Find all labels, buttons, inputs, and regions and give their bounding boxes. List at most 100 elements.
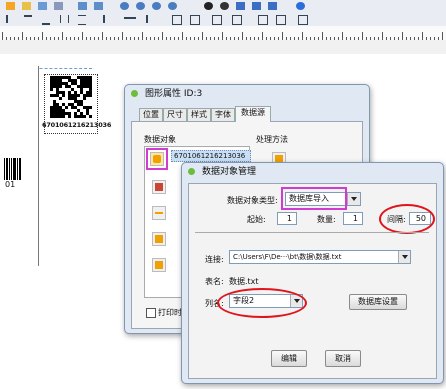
barcode-bar	[9, 158, 10, 180]
same-size-icon[interactable]	[172, 15, 182, 25]
record-icon[interactable]	[204, 2, 213, 10]
tab-position[interactable]: 位置	[139, 108, 163, 121]
barcode-bar	[6, 158, 8, 180]
ruler-tick	[382, 32, 383, 40]
move-up-button[interactable]	[152, 232, 166, 246]
ruler-tick	[142, 32, 143, 40]
ruler-tick	[102, 32, 103, 40]
align-middle-icon[interactable]	[78, 15, 86, 25]
barcode-bar	[11, 158, 12, 180]
settings-icon[interactable]	[268, 2, 277, 10]
tab-datasource[interactable]: 数据源	[235, 106, 271, 122]
ruler-strip	[0, 40, 446, 55]
data-object-manager-window: 数据对象管理 数据对象类型: 数据库导入 起始: 1 数量: 1 间隔: 50 …	[181, 162, 444, 384]
ruler-tick	[2, 32, 3, 40]
app-icon	[188, 168, 195, 175]
ruler-tick	[182, 32, 183, 40]
align-center-icon[interactable]	[60, 15, 69, 23]
ruler-tick	[362, 32, 363, 40]
connect-chevron-icon[interactable]	[398, 251, 410, 263]
tab-style[interactable]: 样式	[187, 108, 211, 121]
delete-icon	[155, 212, 163, 214]
connect-value: C:\Users\F\De···\bt\数据\数据.txt	[233, 253, 342, 261]
graphic-properties-title: 图形属性 ID:3	[125, 85, 369, 103]
space-horizontal-icon[interactable]	[190, 15, 200, 25]
table-label: 表名:	[205, 277, 224, 286]
cancel-button[interactable]: 取消	[325, 350, 361, 367]
zoom-fit-icon[interactable]	[152, 2, 161, 10]
align-left-icon[interactable]	[6, 15, 15, 23]
ruler-tick	[422, 32, 423, 40]
print-icon[interactable]	[54, 2, 63, 10]
table-value: 数据.txt	[229, 277, 259, 286]
process-method-label: 处理方法	[256, 135, 288, 144]
interval-highlight	[379, 204, 435, 234]
quantity-label: 数量:	[317, 215, 336, 224]
ruler-tick	[262, 32, 263, 40]
grid-icon[interactable]	[236, 2, 245, 10]
align-right-icon[interactable]	[96, 15, 105, 23]
edit-button[interactable]: 编辑	[271, 350, 307, 367]
add-button-highlight	[146, 148, 168, 170]
zoom-in-icon[interactable]	[120, 2, 129, 10]
zoom-actual-icon[interactable]	[168, 2, 177, 10]
barcode-bar	[13, 158, 16, 180]
delete-data-button[interactable]	[152, 206, 166, 220]
data-object-item[interactable]: 6701061216213036	[171, 150, 251, 162]
edit-icon	[155, 183, 163, 191]
zoom-out-icon[interactable]	[136, 2, 145, 10]
same-height-icon[interactable]	[146, 15, 150, 23]
tab-size[interactable]: 尺寸	[163, 108, 187, 121]
undo-icon[interactable]	[78, 2, 87, 10]
redo-icon[interactable]	[94, 2, 103, 10]
stop-icon[interactable]	[220, 2, 229, 10]
horizontal-ruler	[0, 26, 446, 41]
move-down-button[interactable]	[152, 258, 166, 272]
start-spinner[interactable]: 1	[277, 212, 297, 225]
start-label: 起始:	[247, 215, 266, 224]
space-vertical-icon[interactable]	[212, 15, 222, 25]
data-object-label: 数据对象	[144, 135, 176, 144]
ungroup-icon[interactable]	[298, 15, 308, 25]
quantity-value: 1	[352, 214, 358, 223]
ruler-tick	[402, 32, 403, 40]
down-arrow-icon	[155, 261, 163, 269]
barcode-text: 6701061216213036	[42, 121, 112, 129]
manager-body: 数据对象类型: 数据库导入 起始: 1 数量: 1 间隔: 50 连接: C:\…	[188, 183, 437, 379]
ruler-tick	[82, 32, 83, 40]
ruler-tick	[162, 32, 163, 40]
barcode[interactable]	[4, 158, 21, 180]
center-horizontal-icon[interactable]	[232, 15, 242, 25]
ruler-tick	[62, 32, 63, 40]
new-icon[interactable]	[6, 2, 15, 10]
group-icon[interactable]	[276, 15, 286, 25]
print-checkbox[interactable]	[146, 308, 156, 318]
connect-field[interactable]: C:\Users\F\De···\bt\数据\数据.txt	[229, 250, 411, 264]
ruler-tick	[202, 32, 203, 40]
ruler-tick	[222, 32, 223, 40]
edit-data-button[interactable]	[152, 180, 166, 194]
same-width-icon[interactable]	[124, 17, 136, 21]
db-settings-button[interactable]: 数据库设置	[349, 294, 407, 310]
align-bottom-icon[interactable]	[42, 15, 50, 25]
print-checkbox-label: 打印时	[158, 308, 182, 317]
ruler-tick	[42, 32, 43, 40]
save-icon[interactable]	[38, 2, 47, 10]
align-toolbar	[0, 12, 446, 27]
type-highlight	[281, 187, 347, 210]
center-vertical-icon[interactable]	[258, 15, 268, 25]
ruler-tick	[342, 32, 343, 40]
ruler-tick	[442, 32, 443, 40]
align-top-icon[interactable]	[24, 15, 32, 25]
open-icon[interactable]	[22, 2, 31, 10]
type-label: 数据对象类型:	[227, 196, 278, 205]
chevron-down-icon[interactable]	[347, 193, 360, 205]
quantity-spinner[interactable]: 1	[343, 212, 363, 225]
ruler-tick	[122, 32, 123, 40]
tab-font[interactable]: 字体	[211, 108, 235, 121]
layers-icon[interactable]	[252, 2, 261, 10]
app-icon	[131, 90, 138, 97]
column-highlight	[217, 288, 307, 318]
barcode-bar	[19, 158, 21, 180]
help-icon[interactable]	[296, 2, 305, 10]
